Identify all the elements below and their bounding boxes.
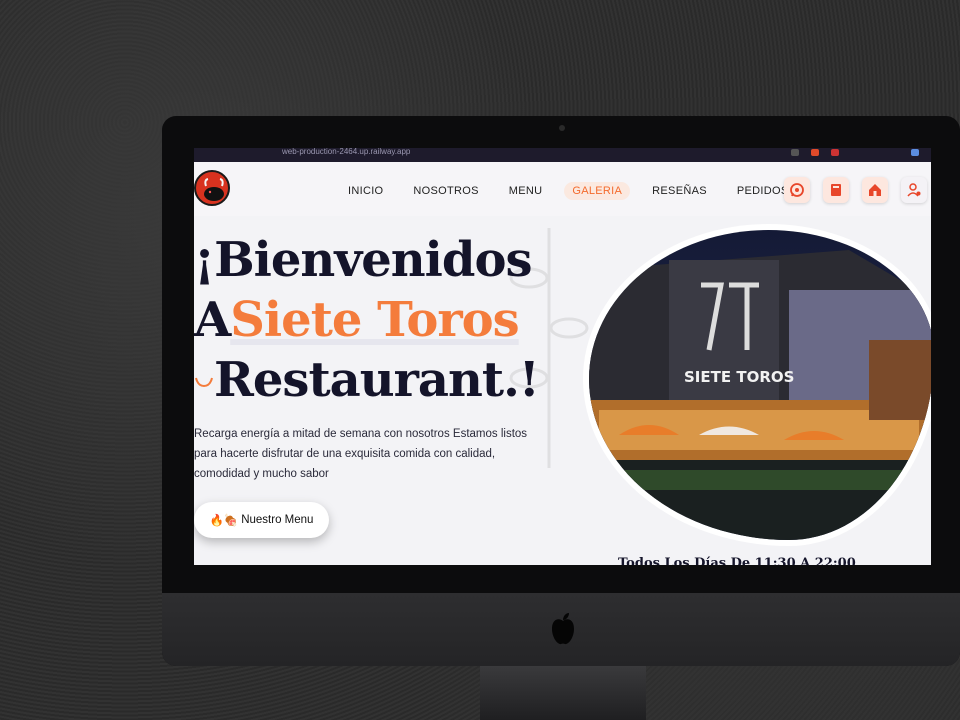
user-icon[interactable]: [901, 177, 927, 203]
top-nav: INICIO NOSOTROS MENU GALERIA RESEÑAS PED…: [194, 162, 931, 216]
nuestro-menu-button[interactable]: 🔥🍖 Nuestro Menu: [194, 502, 329, 538]
hero-title-restaurant: Restaurant.!: [214, 352, 540, 408]
nav-item-nosotros[interactable]: NOSOTROS: [405, 182, 486, 200]
monitor-stand: [480, 666, 646, 720]
extension-icon[interactable]: [831, 149, 839, 156]
book-icon[interactable]: [823, 177, 849, 203]
restaurant-photo: SIETE TOROS: [589, 230, 931, 540]
nav-item-resenas[interactable]: RESEÑAS: [644, 182, 715, 200]
whatsapp-icon[interactable]: [784, 177, 810, 203]
bull-horns-icon: [195, 377, 213, 387]
hero-title-accent: Siete Toros: [230, 292, 519, 348]
hero-title-line1: ¡Bienvenidos: [194, 232, 532, 288]
fire-icon: 🔥🍖: [209, 515, 239, 527]
hero-title-line2: ASiete Toros: [194, 292, 520, 348]
nav-item-galeria[interactable]: GALERIA: [564, 182, 631, 200]
shield-icon[interactable]: [811, 149, 819, 156]
apple-logo-icon: [552, 613, 574, 645]
nav-icons: [784, 177, 927, 203]
camera: [559, 125, 565, 131]
url-text[interactable]: web-production-2464.up.railway.app: [282, 148, 410, 156]
nav-links: INICIO NOSOTROS MENU GALERIA RESEÑAS PED…: [340, 182, 810, 200]
nav-item-menu[interactable]: MENU: [501, 182, 551, 200]
profile-icon[interactable]: [911, 149, 919, 156]
extension-icon[interactable]: [791, 149, 799, 156]
browser-extension-icons: [791, 149, 919, 156]
browser-bar: web-production-2464.up.railway.app: [194, 148, 931, 162]
photo-sign-text: SIETE TOROS: [684, 368, 794, 386]
hero-description: Recarga energía a mitad de semana con no…: [194, 428, 528, 480]
hero-title-line3: Restaurant.!: [194, 352, 540, 408]
menu-button-label: Nuestro Menu: [241, 514, 314, 526]
bull-logo-icon[interactable]: [194, 170, 230, 206]
nav-item-inicio[interactable]: INICIO: [340, 182, 391, 200]
opening-hours: Todos Los Días De 11:30 A 22:00: [618, 556, 856, 565]
hero-title-prefix: A: [194, 292, 231, 348]
screen: web-production-2464.up.railway.app INICI…: [194, 148, 931, 565]
home-icon[interactable]: [862, 177, 888, 203]
